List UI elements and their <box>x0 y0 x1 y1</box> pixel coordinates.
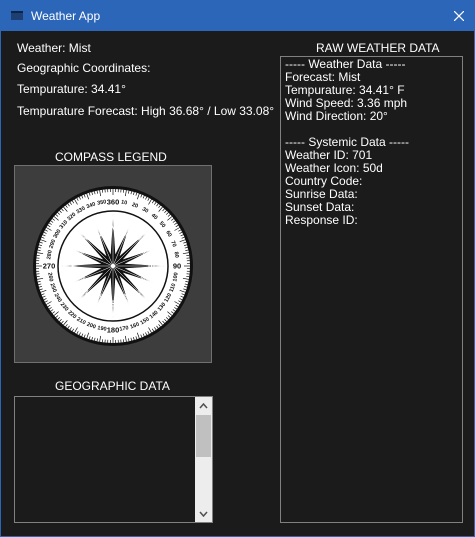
compass-legend-title: COMPASS LEGEND <box>55 150 167 164</box>
compass-cardinal-label: S <box>110 300 116 309</box>
compass-degree-label: 180 <box>107 326 120 335</box>
compass-cardinal-label: W <box>71 262 80 270</box>
compass-cardinal-label: N <box>110 224 116 233</box>
temperature-label: Tempurature: 34.41° <box>17 82 126 96</box>
compass-degree-label: 10 <box>121 199 128 206</box>
scroll-up-button[interactable] <box>195 397 212 414</box>
weather-label: Weather: Mist <box>17 41 91 55</box>
compass-rose: 360 10 20304050607080901001101201301401501… <box>33 186 193 346</box>
coordinates-label: Geographic Coordinates: <box>17 61 151 75</box>
raw-line: Response ID: <box>285 213 358 227</box>
compass-degree-label: 360 <box>107 198 120 207</box>
compass-degree-label: 90 <box>173 262 181 271</box>
scroll-down-button[interactable] <box>195 505 212 522</box>
close-button[interactable] <box>444 1 474 31</box>
scrollbar[interactable] <box>195 397 212 522</box>
geographic-data-title: GEOGRAPHIC DATA <box>55 379 170 393</box>
scroll-thumb[interactable] <box>196 415 211 457</box>
raw-weather-data-textarea[interactable]: ----- Weather Data ----- Forecast: Mist … <box>280 56 463 523</box>
compass-legend-panel: 360 10 20 30 40 50 60 70 80 90 100 110 120 130 140 150 1… <box>14 165 212 363</box>
chevron-down-icon <box>199 511 208 517</box>
compass-center <box>111 264 115 268</box>
compass-cardinal-label: E <box>147 263 156 269</box>
compass-degree-label: 270 <box>43 262 56 271</box>
window-icon <box>11 11 23 20</box>
raw-line: Wind Direction: 20° <box>285 109 388 123</box>
forecast-label: Tempurature Forecast: High 36.68° / Low … <box>17 104 275 118</box>
window-title: Weather App <box>31 9 101 23</box>
title-bar[interactable]: Weather App <box>1 1 474 31</box>
compass-degree-label: 80 <box>173 251 180 258</box>
geographic-data-textarea[interactable] <box>14 396 213 523</box>
app-window: Weather App Weather: Mist Geographic Coo… <box>0 0 475 537</box>
close-icon <box>454 11 464 21</box>
raw-weather-data-title: RAW WEATHER DATA <box>316 41 440 55</box>
chevron-up-icon <box>199 402 208 408</box>
